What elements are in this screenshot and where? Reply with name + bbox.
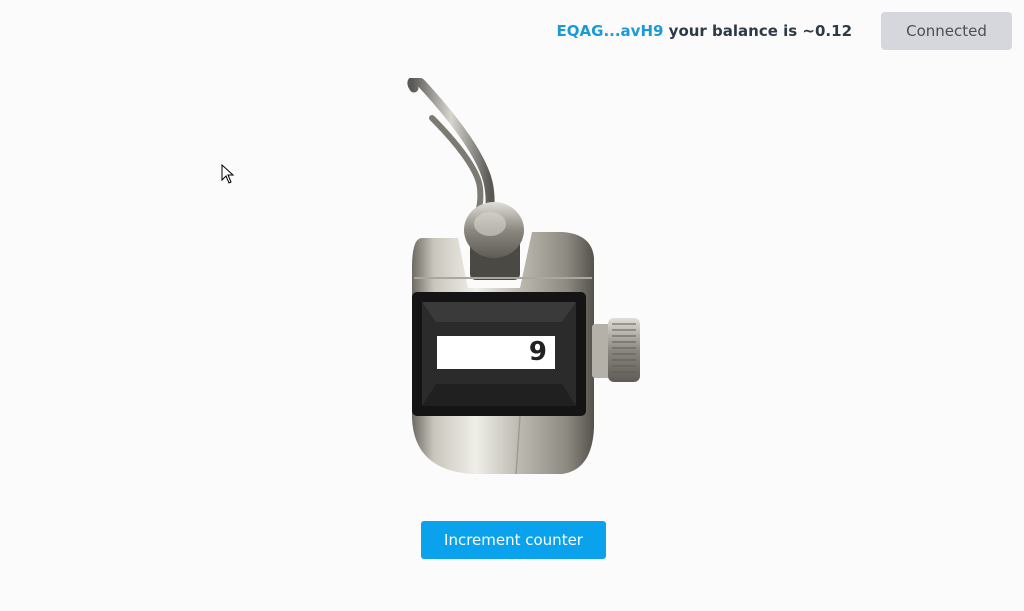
wallet-address: EQAG...avH9 (556, 22, 664, 40)
tally-counter-image (407, 78, 640, 475)
increment-counter-button[interactable]: Increment counter (421, 521, 606, 559)
balance-text: your balance is ~0.12 (663, 22, 852, 40)
counter-display: 9 (437, 336, 555, 369)
connected-button[interactable]: Connected (881, 12, 1012, 50)
header-bar: EQAG...avH9 your balance is ~0.12 Connec… (557, 12, 1012, 50)
mouse-pointer-icon (221, 164, 235, 184)
wallet-info: EQAG...avH9 your balance is ~0.12 (557, 22, 852, 40)
